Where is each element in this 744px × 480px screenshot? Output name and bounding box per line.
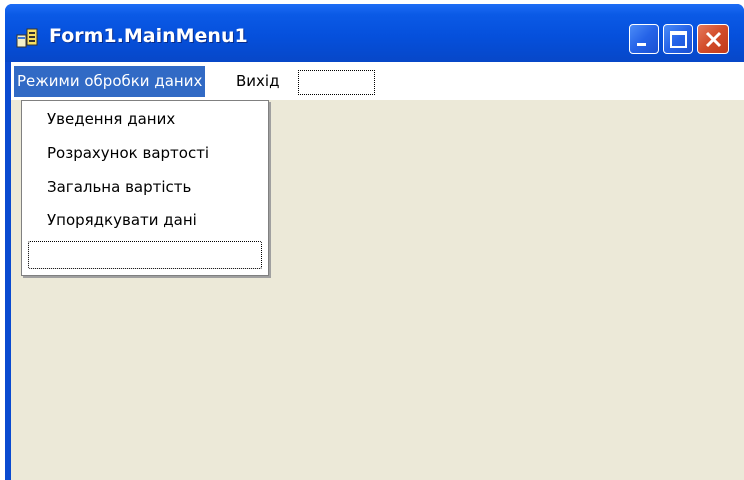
- close-icon: [705, 31, 722, 48]
- form-client-area: Режими обробки даних Вихід Уведення дани…: [11, 62, 744, 480]
- menu-item-total-cost[interactable]: Загальна вартість: [47, 172, 191, 202]
- minimize-icon: [637, 43, 646, 46]
- app-window: Form1.MainMenu1 Режими обробки даних Вих…: [5, 4, 744, 480]
- modes-dropdown-menu: Уведення даних Розрахунок вартості Загал…: [21, 100, 269, 276]
- menu-bar: Режими обробки даних Вихід: [11, 62, 744, 100]
- form-app-icon[interactable]: [16, 27, 40, 49]
- close-button[interactable]: [697, 24, 729, 54]
- menu-bar-new-item-placeholder[interactable]: [298, 70, 375, 95]
- menu-item-data-processing-modes[interactable]: Режими обробки даних: [14, 66, 206, 97]
- dropdown-new-item-placeholder[interactable]: [28, 241, 262, 269]
- title-bar[interactable]: Form1.MainMenu1: [5, 4, 744, 62]
- menu-item-cost-calculation[interactable]: Розрахунок вартості: [47, 138, 209, 168]
- minimize-button[interactable]: [629, 24, 659, 54]
- menu-item-sort-data[interactable]: Упорядкувати дані: [47, 205, 197, 235]
- menu-item-exit[interactable]: Вихід: [233, 66, 282, 97]
- window-title: Form1.MainMenu1: [49, 25, 248, 47]
- menu-item-data-entry[interactable]: Уведення даних: [47, 104, 175, 134]
- maximize-icon: [670, 31, 687, 48]
- maximize-button[interactable]: [663, 24, 693, 54]
